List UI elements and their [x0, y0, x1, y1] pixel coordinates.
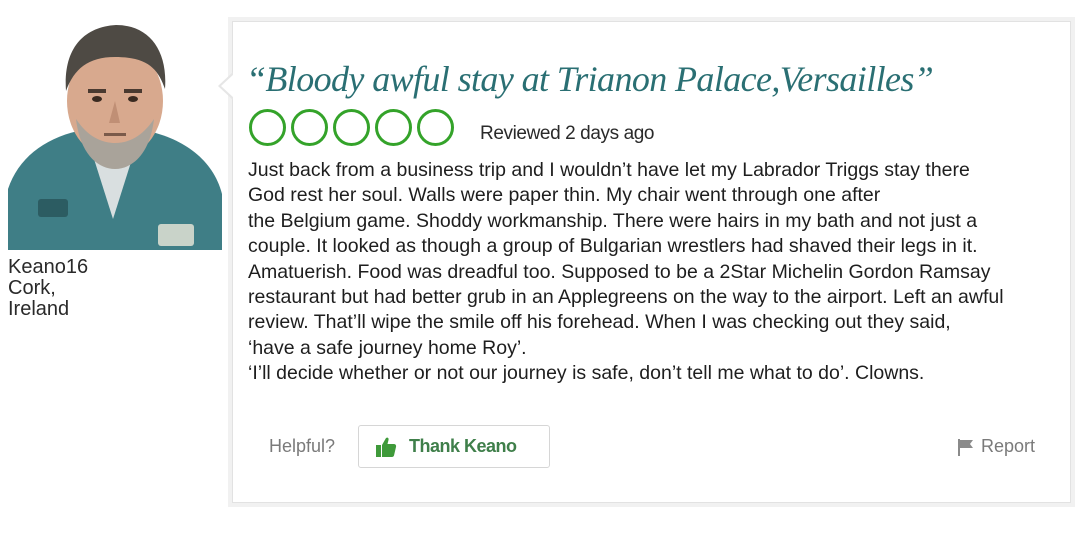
review-text-line: Just back from a business trip and I wou… [248, 159, 970, 181]
flag-icon [958, 438, 973, 456]
reviewer-location-country: Ireland [8, 298, 70, 320]
card-pointer-fill [221, 74, 234, 98]
review-text-line: couple. It looked as though a group of B… [248, 235, 978, 258]
rating-bubble-icon [333, 108, 370, 146]
review-text-line: the Belgium game. Shoddy workmanship. Th… [248, 209, 978, 232]
report-button[interactable]: Report [956, 436, 1035, 457]
review-text-line: review. That’ll wipe the smile off his f… [248, 311, 951, 334]
review-text-line: restaurant but had better grub in an App… [248, 285, 1004, 308]
helpful-label: Helpful? [269, 436, 336, 456]
review-title[interactable]: “Bloody awful stay at Trianon Palace,Ver… [246, 58, 934, 100]
report-label: Report [981, 436, 1036, 456]
review-text-line: ‘have a safe journey home Roy’. [248, 336, 527, 359]
thank-button-label: Thank Keano [409, 436, 517, 456]
rating-bubble-icon [375, 108, 412, 146]
reviewed-date: Reviewed 2 days ago [480, 123, 655, 144]
reviewer-username[interactable]: Keano16 [8, 257, 208, 278]
review-text: Just back from a business trip and I wou… [248, 158, 1058, 387]
thank-button[interactable]: Thank Keano [358, 425, 550, 468]
reviewer-location-city: Cork, [8, 277, 56, 299]
review-text-line: Amatuerish. Food was dreadful too. Suppo… [248, 260, 991, 283]
rating-bubble-icon [249, 108, 286, 146]
avatar-photo [8, 25, 222, 250]
rating-bubble-icon [417, 108, 454, 146]
reviewer-info: Keano16 Cork, Ireland [8, 257, 208, 320]
review-text-line: God rest her soul. Walls were paper thin… [248, 184, 881, 207]
review-text-line: ‘I’ll decide whether or not our journey … [248, 362, 925, 385]
rating-bubble-icon [291, 108, 328, 146]
reviewer-avatar[interactable] [8, 19, 222, 250]
rating-bubbles [249, 105, 459, 149]
thumbs-up-icon [376, 437, 397, 457]
